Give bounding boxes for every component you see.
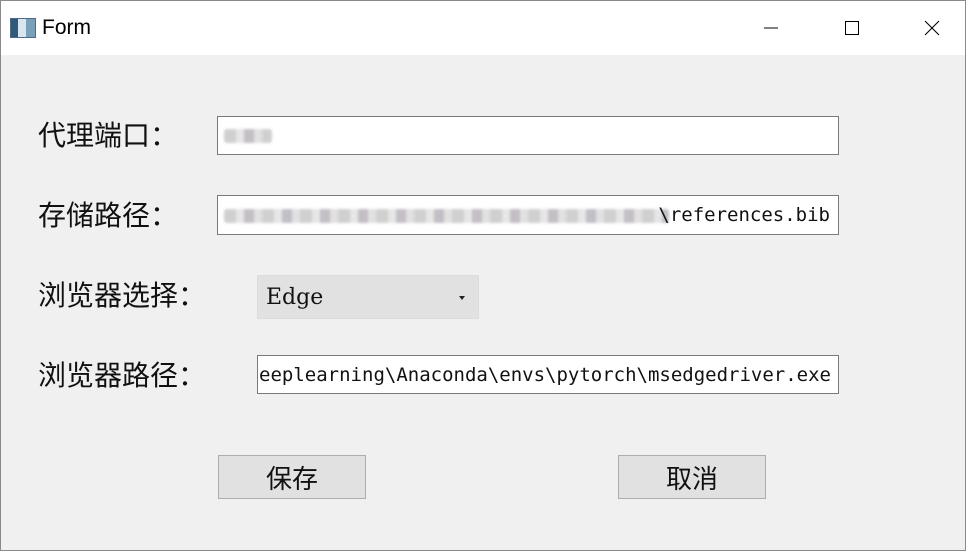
maximize-button[interactable]	[812, 1, 892, 55]
redacted-text	[224, 129, 272, 143]
proxy-port-input[interactable]	[217, 116, 839, 155]
browser-path-label: 浏览器路径：	[38, 359, 207, 392]
minimize-icon	[764, 27, 778, 29]
form-window: Form 代理端口： 存储路径： \references.bib 浏览器选择：	[0, 0, 966, 551]
minimize-button[interactable]	[731, 1, 811, 55]
browser-path-input[interactable]: \Deeplearning\Anaconda\envs\pytorch\msed…	[257, 355, 839, 394]
browser-select-dropdown[interactable]: Edge	[257, 275, 479, 319]
form-app-icon	[10, 18, 36, 38]
proxy-port-label: 代理端口：	[38, 119, 179, 152]
maximize-icon	[845, 21, 859, 35]
browser-select-value: Edge	[266, 285, 324, 310]
save-button[interactable]: 保存	[218, 455, 366, 499]
window-title: Form	[42, 16, 91, 39]
browser-path-value: \Deeplearning\Anaconda\envs\pytorch\msed…	[257, 364, 831, 386]
browser-select-label: 浏览器选择：	[38, 279, 207, 312]
chevron-down-icon	[459, 296, 465, 300]
redacted-text	[224, 209, 669, 223]
close-button[interactable]	[892, 1, 966, 55]
storage-path-input[interactable]: \references.bib	[217, 195, 839, 235]
storage-path-label: 存储路径：	[38, 199, 179, 232]
cancel-button[interactable]: 取消	[618, 455, 766, 499]
storage-path-value: \references.bib	[658, 204, 830, 226]
close-icon	[924, 20, 940, 36]
title-bar[interactable]: Form	[1, 1, 965, 55]
